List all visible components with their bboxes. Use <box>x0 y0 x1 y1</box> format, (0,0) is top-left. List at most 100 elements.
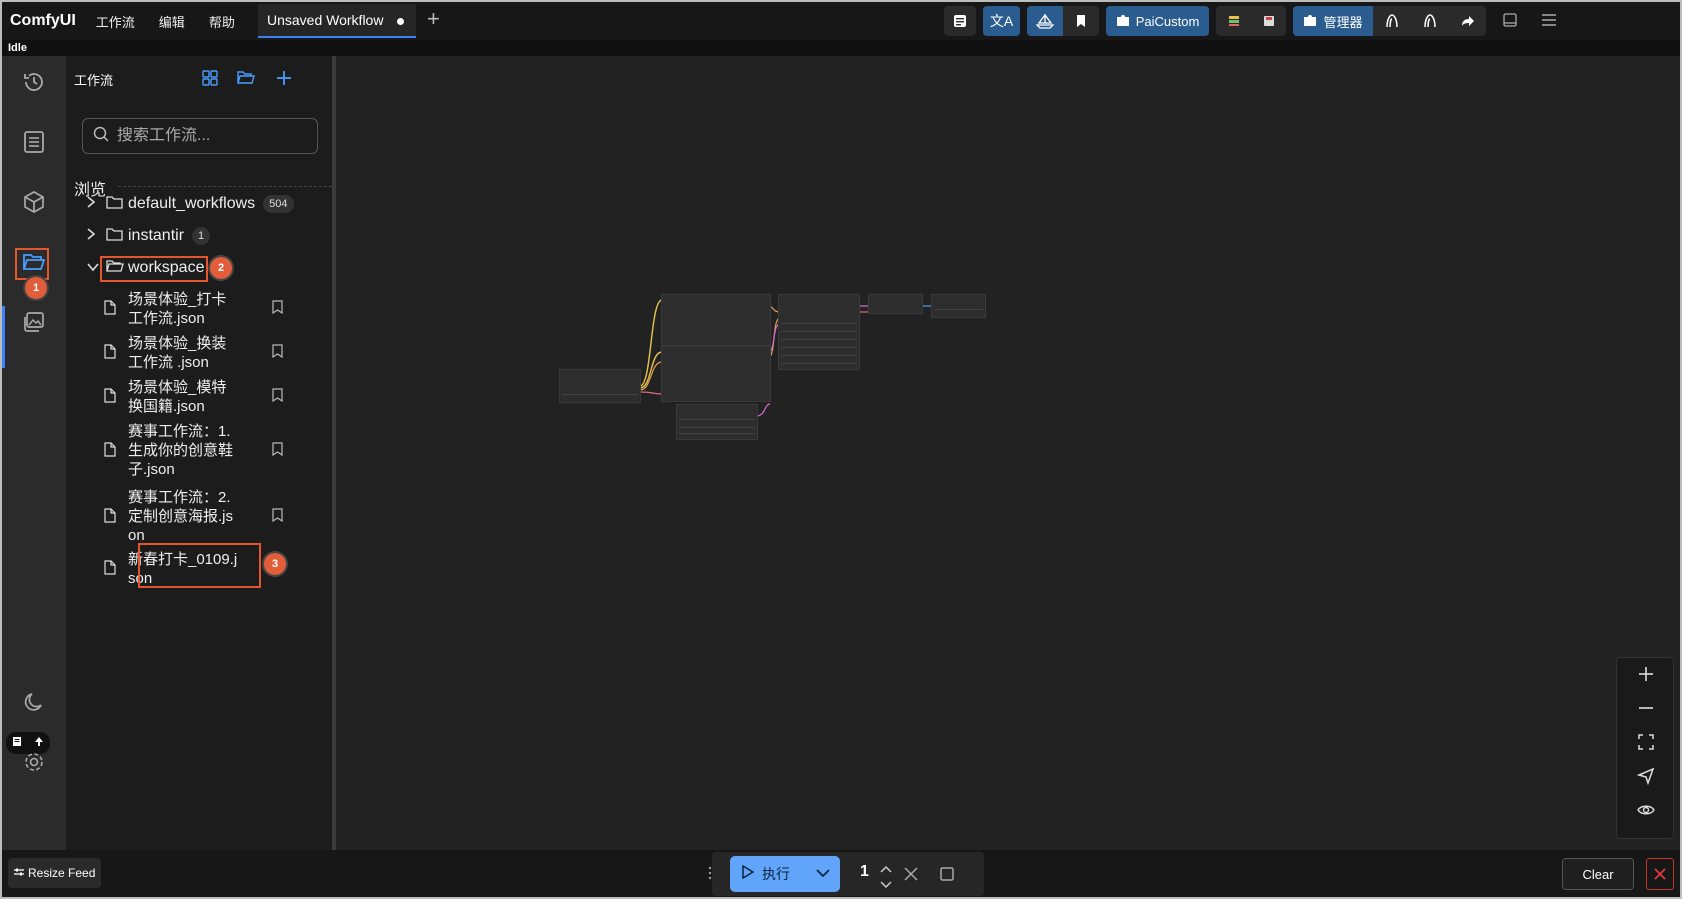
toggle-panel-icon[interactable] <box>1502 12 1518 33</box>
bookmark-icon[interactable] <box>272 344 283 363</box>
file-icon <box>104 442 116 462</box>
bookmark-icon[interactable] <box>272 508 283 527</box>
fit-view-icon[interactable] <box>1632 728 1660 756</box>
bookmark-icon[interactable] <box>1063 6 1099 36</box>
save-disk-icon[interactable] <box>1251 6 1286 36</box>
folder-instantir[interactable]: instantir 1 <box>86 224 211 248</box>
graph-node[interactable] <box>778 294 860 370</box>
close-x-icon[interactable] <box>1646 858 1674 890</box>
divider <box>118 186 332 187</box>
queue-list-icon[interactable] <box>944 6 976 36</box>
manager-label: 管理器 <box>1323 14 1363 30</box>
chevron-right-icon <box>86 227 106 246</box>
stepper-down-icon[interactable] <box>880 876 892 894</box>
clear-button[interactable]: Clear <box>1562 858 1634 890</box>
toolbar-group-1 <box>944 6 976 36</box>
navigate-arrow-icon[interactable] <box>1632 762 1660 790</box>
menu-help[interactable]: 帮助 <box>209 12 235 31</box>
resize-feed-label: Resize Feed <box>28 866 96 880</box>
graph-canvas[interactable] <box>336 56 1680 850</box>
eye-icon[interactable] <box>1632 796 1660 824</box>
file-icon <box>104 344 116 364</box>
graph-node[interactable] <box>868 294 923 314</box>
bookmark-icon[interactable] <box>272 388 283 407</box>
count-badge: 1 <box>192 227 211 245</box>
model-icon-a[interactable] <box>1373 6 1411 36</box>
file-name-line: 工作流.json <box>128 310 205 327</box>
icon-sidebar <box>2 56 66 850</box>
file-name-line: 赛事工作流：1. <box>128 423 231 440</box>
workflow-file[interactable]: 场景体验_换装 工作流 .json <box>104 334 288 372</box>
file-icon <box>104 388 116 408</box>
workflow-file[interactable]: 赛事工作流：2. 定制创意海报.js on <box>104 488 288 545</box>
toolbar-group-4: PaiCustom <box>1106 6 1209 36</box>
graph-node[interactable] <box>559 369 641 403</box>
active-indicator <box>2 306 5 368</box>
toolbar-group-5 <box>1216 6 1286 36</box>
graph-node[interactable] <box>931 294 986 318</box>
model-icon-b[interactable] <box>1411 6 1449 36</box>
bookmark-icon[interactable] <box>272 300 283 319</box>
stack-icon[interactable] <box>1216 6 1251 36</box>
workflow-file[interactable]: 场景体验_模特 换国籍.json <box>104 378 288 416</box>
zoom-out-minus-icon[interactable] <box>1632 694 1660 722</box>
annotation-badge-3: 3 <box>264 553 286 575</box>
annotation-badge-2: 2 <box>210 257 232 279</box>
puzzle-icon <box>1303 13 1317 30</box>
canvas-controls <box>1616 657 1674 839</box>
unsaved-dot-icon <box>397 18 404 25</box>
drag-handle-icon[interactable] <box>708 866 712 885</box>
history-icon[interactable] <box>20 68 48 96</box>
hamburger-menu-icon[interactable] <box>1540 12 1558 33</box>
resize-feed-button[interactable]: Resize Feed <box>8 858 102 888</box>
annotation-box-2 <box>100 256 208 282</box>
tab-unsaved-workflow[interactable]: Unsaved Workflow <box>258 4 416 38</box>
folder-name: default_workflows <box>128 195 256 212</box>
bottom-bar: Resize Feed 执行 1 Clear <box>2 850 1680 897</box>
queue-icon[interactable] <box>20 128 48 156</box>
zoom-in-plus-icon[interactable] <box>1632 660 1660 688</box>
batch-count-input[interactable]: 1 <box>860 863 869 881</box>
file-name-line: 场景体验_换装 <box>128 335 227 352</box>
new-tab-plus-icon[interactable]: + <box>427 8 440 30</box>
annotation-box-3 <box>138 543 261 588</box>
file-name-line: 场景体验_模特 <box>128 379 227 396</box>
graph-node[interactable] <box>661 346 771 402</box>
ship-icon[interactable] <box>1027 6 1063 36</box>
grid-view-icon[interactable] <box>200 68 220 88</box>
folder-icon <box>106 227 128 246</box>
gallery-icon[interactable] <box>20 308 48 336</box>
workflow-file[interactable]: 赛事工作流：1. 生成你的创意鞋 子.json <box>104 422 288 479</box>
file-name-line: 工作流 .json <box>128 354 209 371</box>
stop-square-icon[interactable] <box>940 867 954 886</box>
graph-node[interactable] <box>676 404 758 440</box>
search-input[interactable] <box>117 127 307 145</box>
chevron-down-icon[interactable] <box>816 865 830 883</box>
settings-gear-icon[interactable] <box>20 748 48 776</box>
paicustom-button[interactable]: PaiCustom <box>1106 6 1209 36</box>
add-workflow-plus-icon[interactable] <box>274 68 294 88</box>
bookmark-icon[interactable] <box>272 442 283 461</box>
folder-default-workflows[interactable]: default_workflows 504 <box>86 192 294 216</box>
play-icon <box>742 864 755 884</box>
workflow-panel: 工作流 浏览 default_workflows 504 instantir 1… <box>66 56 332 850</box>
moon-icon[interactable] <box>20 688 48 716</box>
file-name-line: 子.json <box>128 461 175 478</box>
menu-workflow[interactable]: 工作流 <box>96 12 135 31</box>
graph-node[interactable] <box>661 294 771 346</box>
share-arrow-icon[interactable] <box>1449 6 1486 36</box>
cube-icon[interactable] <box>20 188 48 216</box>
run-button[interactable]: 执行 <box>730 856 840 892</box>
run-toolbar: 执行 1 <box>708 852 984 896</box>
search-box <box>82 118 318 154</box>
open-folder-icon[interactable] <box>236 68 256 88</box>
chevron-right-icon <box>86 195 106 214</box>
manager-button[interactable]: 管理器 <box>1293 6 1373 36</box>
run-label: 执行 <box>762 866 790 882</box>
menu-edit[interactable]: 编辑 <box>159 12 185 31</box>
translate-icon[interactable]: 文A <box>983 6 1020 36</box>
status-text: Idle <box>2 40 1680 56</box>
workflow-file[interactable]: 场景体验_打卡 工作流.json <box>104 290 288 328</box>
cancel-x-icon[interactable] <box>904 867 918 886</box>
sliders-icon <box>14 866 24 880</box>
